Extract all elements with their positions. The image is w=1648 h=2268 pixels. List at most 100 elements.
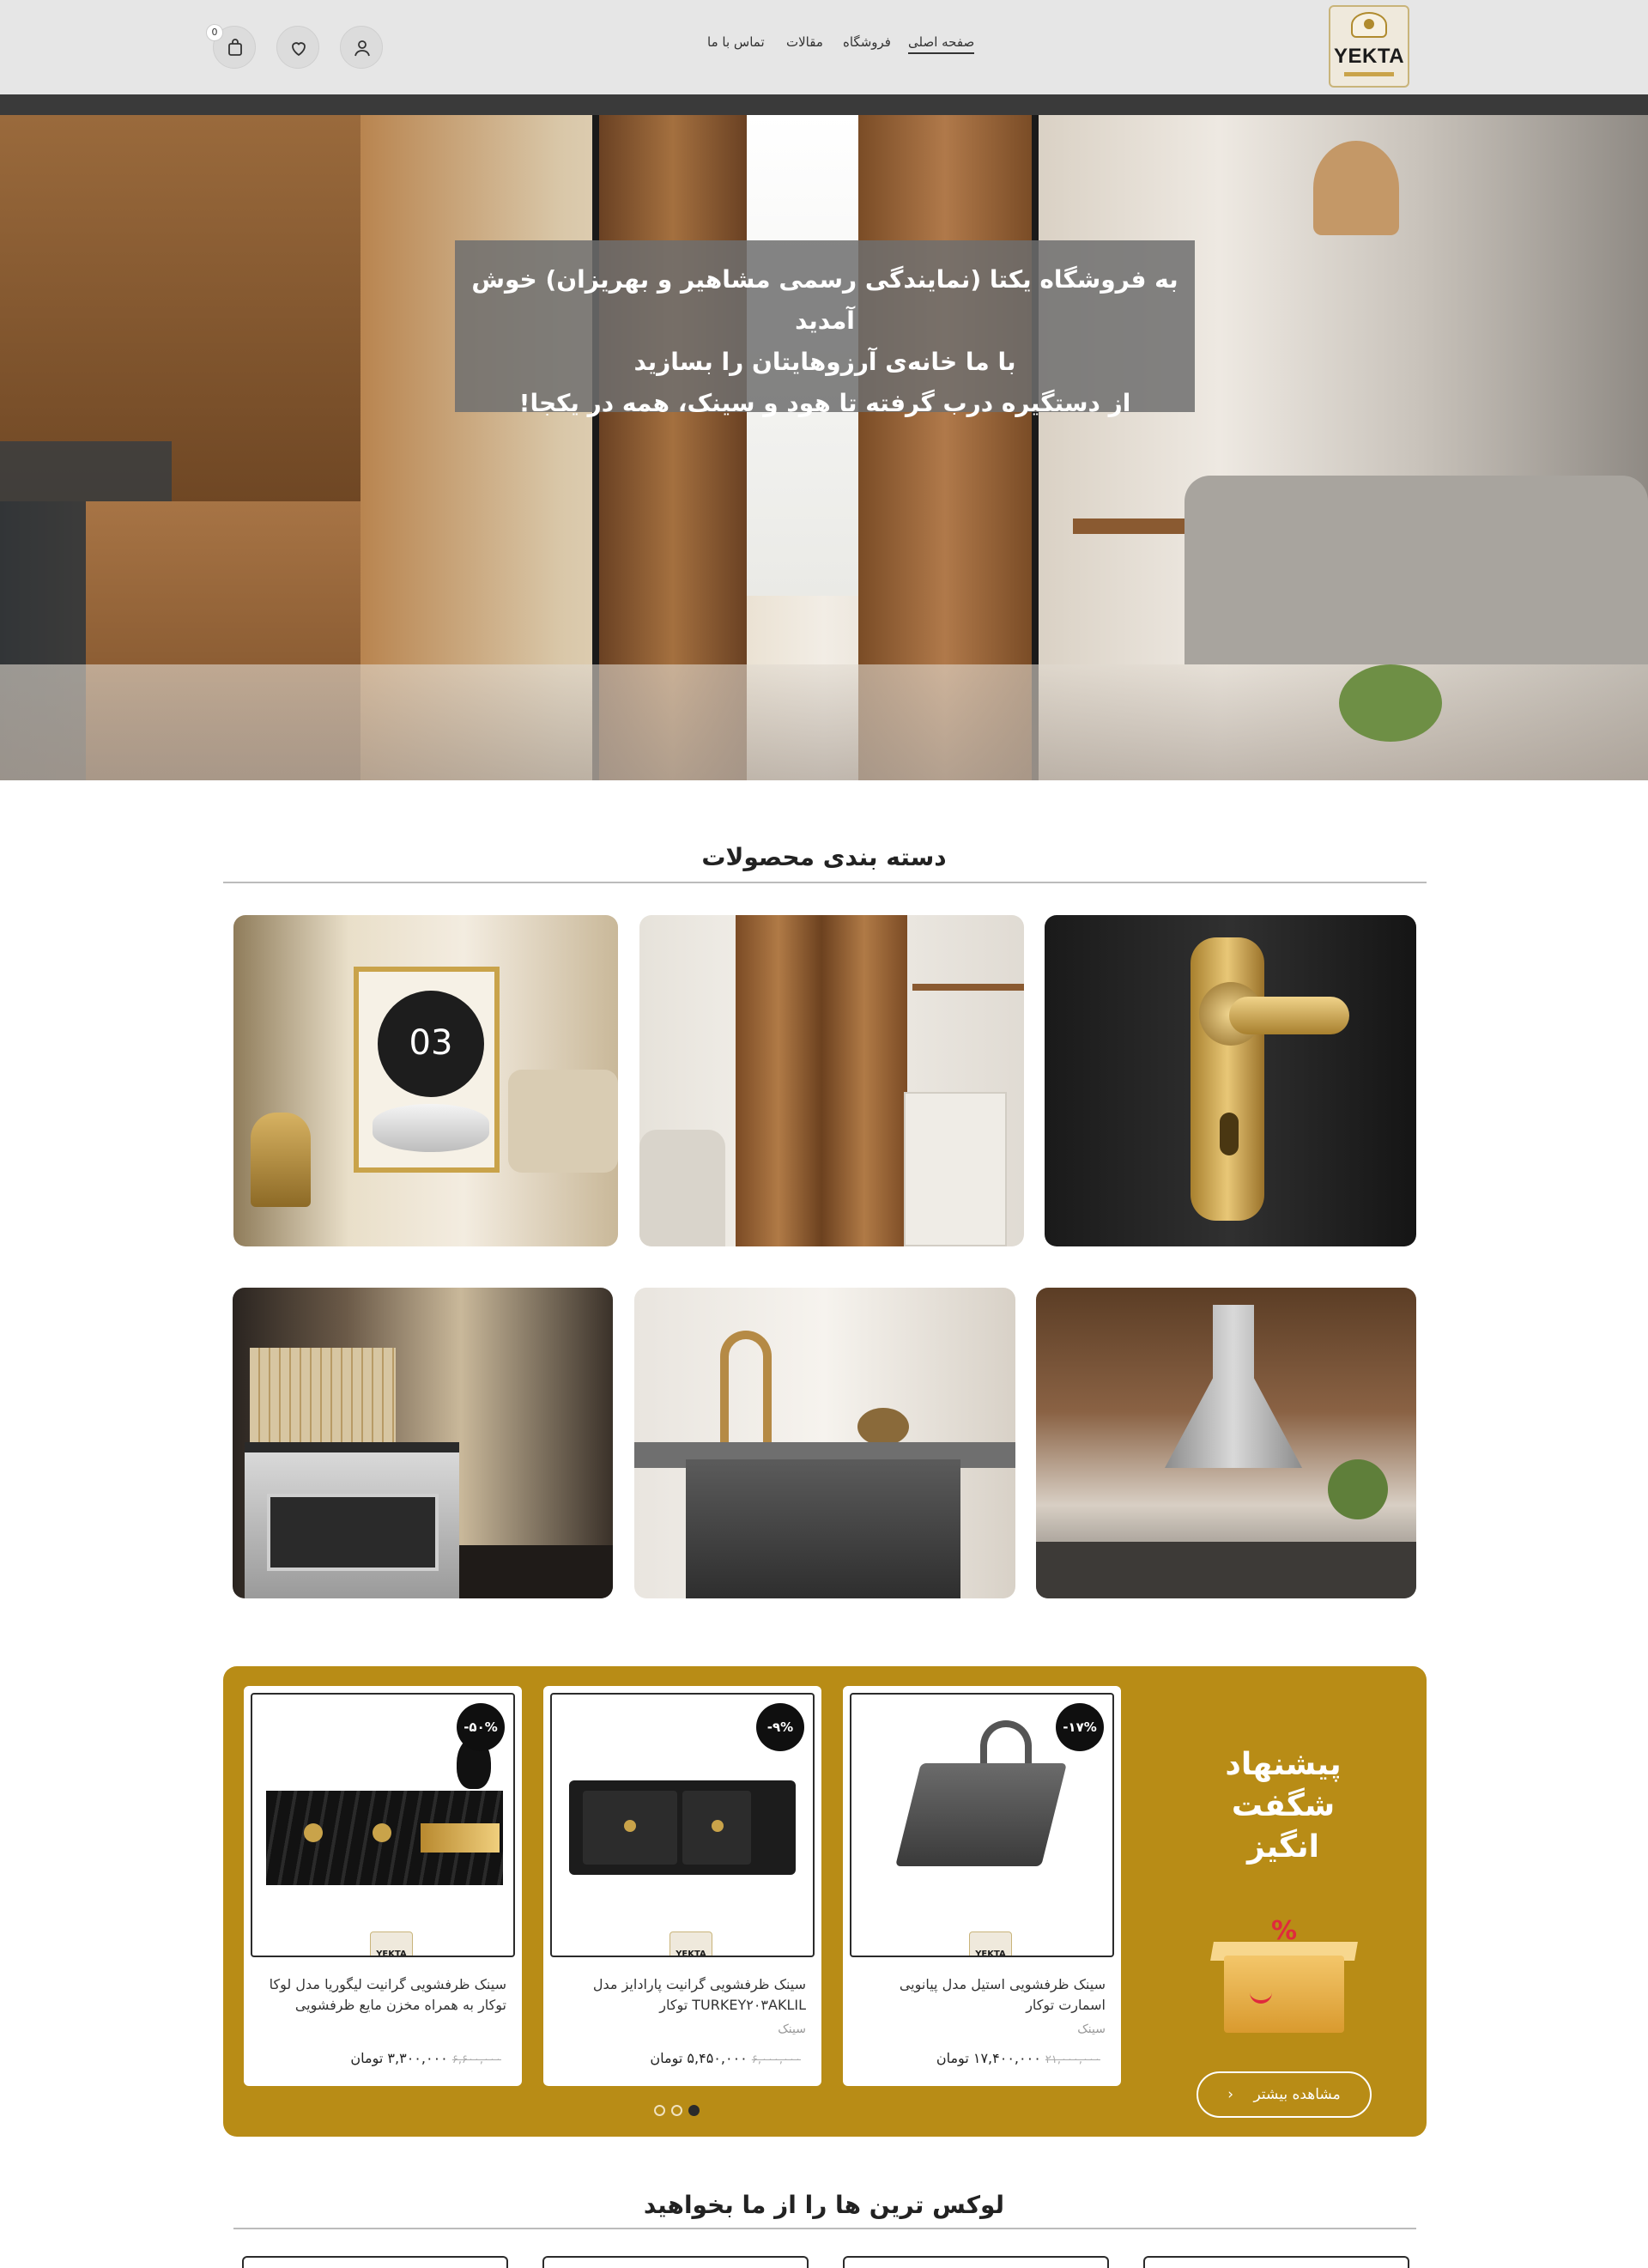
product-image[interactable]: -۵۰% YEKTA bbox=[251, 1693, 515, 1957]
nav-articles[interactable]: مقالات bbox=[786, 34, 823, 50]
heart-icon bbox=[292, 42, 306, 57]
cabinet-shelf bbox=[912, 984, 1024, 991]
product-card[interactable]: -۵۰% YEKTA سینک ظرفشویی گرانیت لیگوریا م… bbox=[244, 1686, 522, 2086]
cabinet-doors bbox=[736, 915, 907, 1246]
drain-icon bbox=[373, 1823, 391, 1842]
site-logo[interactable]: YEKTA bbox=[1329, 5, 1409, 88]
product-sink bbox=[895, 1763, 1067, 1866]
product-image[interactable]: -۱۷% YEKTA bbox=[850, 1693, 1114, 1957]
hero-subtitle: از دستگیره درب گرفته تا هود و سینک، همه … bbox=[518, 389, 1131, 417]
category-sinks[interactable] bbox=[634, 1288, 1015, 1598]
view-more-label: مشاهده بیشتر bbox=[1253, 2086, 1341, 2103]
sale-price: ۵,۴۵۰,۰۰۰ تومان bbox=[650, 2050, 748, 2066]
sink-scene-bowl bbox=[857, 1408, 909, 1446]
hero-sofa bbox=[1184, 476, 1648, 664]
oven-backsplash bbox=[250, 1348, 396, 1442]
product-card[interactable]: -۹% YEKTA سینک ظرفشویی گرانیت پارادایز م… bbox=[543, 1686, 821, 2086]
smart-speaker bbox=[373, 1104, 489, 1152]
product-name[interactable]: سینک ظرفشویی گرانیت لیگوریا مدل لوکا توک… bbox=[259, 1974, 506, 2016]
handle-plate bbox=[1191, 937, 1264, 1221]
sink-basin bbox=[686, 1459, 960, 1598]
header-divider bbox=[0, 94, 1648, 115]
range-hood bbox=[1165, 1305, 1302, 1468]
luxury-product-card[interactable] bbox=[242, 2256, 508, 2268]
hero-banner: به فروشگاه یکتا (نمایندگی رسمی مشاهیر و … bbox=[0, 115, 1648, 780]
smart-scene-sofa bbox=[508, 1070, 618, 1173]
handle-lever bbox=[1229, 997, 1349, 1034]
offers-title-line1: پیشنهاد bbox=[1225, 1747, 1342, 1782]
account-button[interactable] bbox=[340, 26, 383, 69]
carousel-pagination bbox=[654, 2105, 706, 2117]
wishlist-button[interactable] bbox=[276, 26, 319, 69]
nav-shop[interactable]: فروشگاه bbox=[843, 34, 891, 50]
categories-title: دسته بندی محصولات bbox=[701, 843, 947, 871]
product-price-row: ۲۱,۰۰۰,۰۰۰ ۱۷,۴۰۰,۰۰۰ تومان bbox=[858, 2050, 1106, 2066]
user-icon bbox=[354, 40, 370, 57]
product-category[interactable]: سینک bbox=[559, 2022, 806, 2036]
carousel-dot[interactable] bbox=[654, 2105, 665, 2116]
hero-plant bbox=[1339, 664, 1442, 742]
faucet bbox=[720, 1331, 772, 1459]
hero-message-box: به فروشگاه یکتا (نمایندگی رسمی مشاهیر و … bbox=[455, 240, 1195, 417]
smart-display-digits: 03 bbox=[409, 1023, 453, 1063]
product-price-row: ۶,۰۰۰,۰۰۰ ۵,۴۵۰,۰۰۰ تومان bbox=[559, 2050, 806, 2066]
hood-scene-plant bbox=[1328, 1459, 1388, 1519]
logo-underline bbox=[1344, 72, 1394, 76]
gift-box-body bbox=[1224, 1956, 1344, 2033]
drain-icon bbox=[624, 1820, 636, 1832]
sale-price: ۱۷,۴۰۰,۰۰۰ تومان bbox=[936, 2050, 1041, 2066]
nav-home[interactable]: صفحه اصلی bbox=[908, 34, 975, 54]
category-door-handles[interactable] bbox=[1045, 915, 1416, 1246]
category-cabinets[interactable] bbox=[639, 915, 1024, 1246]
luxury-product-card[interactable] bbox=[1143, 2256, 1409, 2268]
old-price: ۲۱,۰۰۰,۰۰۰ bbox=[1045, 2053, 1100, 2066]
category-ovens[interactable] bbox=[233, 1288, 613, 1598]
category-hoods[interactable] bbox=[1036, 1288, 1416, 1598]
cart-icon bbox=[228, 39, 242, 56]
brand-logo: YEKTA bbox=[370, 1931, 413, 1956]
gift-box-icon: % bbox=[1205, 1916, 1363, 2033]
product-card[interactable]: -۱۷% YEKTA سینک ظرفشویی استیل مدل پیانوی… bbox=[843, 1686, 1121, 2086]
discount-badge: -۱۷% bbox=[1056, 1703, 1104, 1751]
logo-text: YEKTA bbox=[1333, 45, 1405, 68]
discount-badge: -۵۰% bbox=[457, 1703, 505, 1751]
product-name[interactable]: سینک ظرفشویی استیل مدل پیانویی اسمارت تو… bbox=[858, 1974, 1106, 2016]
luxury-divider bbox=[233, 2228, 1416, 2229]
product-category[interactable]: سینک bbox=[858, 2022, 1106, 2036]
product-price-row: ۶,۶۰۰,۰۰۰ ۳,۳۰۰,۰۰۰ تومان bbox=[259, 2050, 506, 2066]
chevron-left-icon: ‹ bbox=[1227, 2086, 1234, 2103]
view-more-button[interactable]: مشاهده بیشتر ‹ bbox=[1197, 2071, 1372, 2118]
hood-scene-counter bbox=[1036, 1542, 1416, 1598]
product-image[interactable]: -۹% YEKTA bbox=[550, 1693, 815, 1957]
hero-pendant-lamp bbox=[1313, 141, 1399, 235]
luxury-product-card[interactable] bbox=[843, 2256, 1109, 2268]
cabinet-drawers bbox=[904, 1092, 1007, 1246]
cart-count-badge: 0 bbox=[206, 24, 223, 41]
drain-icon bbox=[304, 1823, 323, 1842]
category-smart-home[interactable]: 03 bbox=[233, 915, 618, 1246]
brand-logo: YEKTA bbox=[969, 1931, 1012, 1956]
crest-icon bbox=[1351, 12, 1387, 38]
luxury-product-card[interactable] bbox=[542, 2256, 809, 2268]
site-header: YEKTA صفحه اصلی فروشگاه مقالات تماس با م… bbox=[0, 0, 1648, 94]
percent-icon: % bbox=[1270, 1916, 1298, 1946]
oven-door bbox=[267, 1494, 439, 1571]
smart-scene-stand bbox=[251, 1113, 311, 1207]
product-name[interactable]: سینک ظرفشویی گرانیت پارادایز مدل TURKEY۲… bbox=[559, 1974, 806, 2016]
drain-icon bbox=[712, 1820, 724, 1832]
product-gold-plate bbox=[421, 1823, 500, 1853]
sale-price: ۳,۳۰۰,۰۰۰ تومان bbox=[350, 2050, 448, 2066]
carousel-dot[interactable] bbox=[671, 2105, 682, 2116]
categories-divider bbox=[223, 882, 1427, 883]
hero-tagline: با ما خانه‌ی آرزوهایتان را بسازید bbox=[633, 348, 1016, 376]
nav-contact[interactable]: تماس با ما bbox=[707, 34, 765, 50]
carousel-dot-active[interactable] bbox=[688, 2105, 700, 2116]
cabinet-scene-chair bbox=[639, 1130, 725, 1246]
keyhole-icon bbox=[1220, 1113, 1239, 1155]
hero-welcome-line: به فروشگاه یکتا (نمایندگی رسمی مشاهیر و … bbox=[471, 265, 1178, 335]
offers-title: پیشنهاد شگفت انگیز bbox=[1202, 1744, 1365, 1868]
luxury-title: لوکس ترین ها را از ما بخواهید bbox=[643, 2191, 1005, 2219]
offers-title-line3: انگیز bbox=[1247, 1829, 1319, 1865]
offers-title-line2: شگفت bbox=[1231, 1788, 1336, 1823]
discount-badge: -۹% bbox=[756, 1703, 804, 1751]
